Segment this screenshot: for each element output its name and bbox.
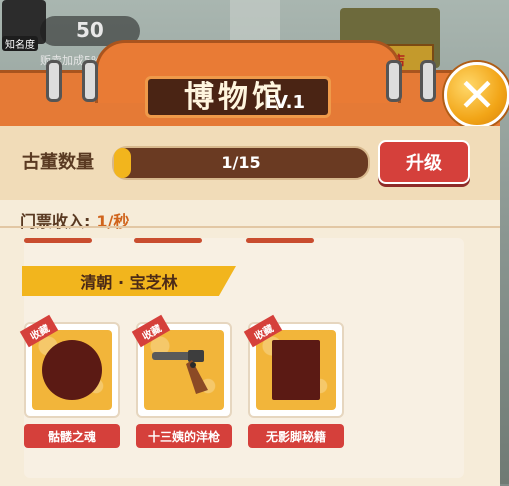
ring-binder-icon [420,60,436,102]
tab-stub[interactable] [24,238,92,243]
progress-text: 1/15 [221,153,261,172]
divider [0,226,500,228]
hud-stat-value: 50 [76,18,104,42]
museum-panel: 博物馆 LV.1 ✕ 古董数量 1/15 升级 门票收入: 1/秒 清朝 · 宝芝… [0,40,509,486]
close-icon: ✕ [457,68,497,122]
income-value: 1/秒 [96,212,130,231]
item-name: 骷髅之魂 [24,424,120,448]
upgrade-button[interactable]: 升级 [378,140,470,184]
close-button[interactable]: ✕ [444,62,509,128]
item-name: 十三姨的洋枪 [136,424,232,448]
pistol-icon [152,350,208,394]
panel-content: 古董数量 1/15 升级 门票收入: 1/秒 清朝 · 宝芝林 收藏 骷髅之魂 … [0,126,500,486]
tab-stub[interactable] [134,238,202,243]
dark-disc-icon [42,340,102,400]
section-tab-stubs [24,238,464,246]
item-card[interactable]: 收藏 [19,314,120,418]
collection-item[interactable]: 收藏 骷髅之魂 [19,314,120,448]
dynasty-label: 清朝 · 宝芝林 [22,266,236,296]
ticket-income: 门票收入: 1/秒 [20,208,129,232]
ring-binder-icon [46,60,62,102]
item-name: 无影脚秘籍 [248,424,344,448]
tab-stub[interactable] [246,238,314,243]
item-card[interactable]: 收藏 [131,314,232,418]
antique-count-label: 古董数量 [22,152,94,173]
level-label: LV.1 [265,92,305,113]
income-label: 门票收入: [20,212,91,231]
book-icon [272,340,320,400]
stats-bar: 古董数量 1/15 升级 [0,126,500,200]
ring-binder-icon [386,60,402,102]
collection-item[interactable]: 收藏 无影脚秘籍 [243,314,344,448]
collection-item[interactable]: 收藏 十三姨的洋枪 [131,314,232,448]
ring-binder-icon [82,60,98,102]
item-card[interactable]: 收藏 [243,314,344,418]
antique-progress-bar: 1/15 [112,146,370,180]
